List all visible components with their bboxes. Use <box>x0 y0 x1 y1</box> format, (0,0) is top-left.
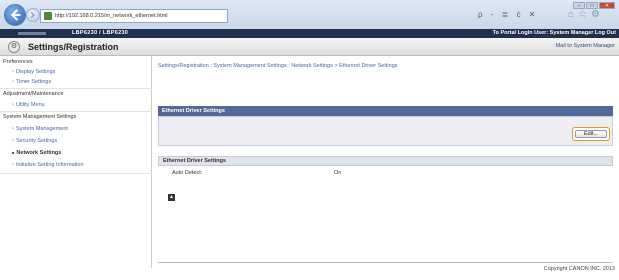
sidebar-divider <box>0 111 152 112</box>
sidebar-item-system-management[interactable]: System Management <box>12 126 68 132</box>
edit-button[interactable]: Edit... <box>572 127 610 141</box>
sidebar-item-network-settings[interactable]: Network Settings <box>12 150 61 156</box>
sidebar-divider <box>0 88 152 89</box>
site-icon <box>44 12 52 20</box>
page-title: Settings/Registration <box>28 42 119 52</box>
sidebar-category-system-management[interactable]: System Management Settings <box>3 114 76 120</box>
minimize-button[interactable]: – <box>573 2 585 9</box>
sidebar-item-utility-menu[interactable]: Utility Menu <box>12 102 45 108</box>
footer-divider <box>158 262 613 263</box>
address-bar[interactable]: http://192.168.0.215/m_network_ethernet.… <box>40 9 228 23</box>
sidebar-divider <box>0 173 152 174</box>
maximize-button[interactable]: □ <box>586 2 598 9</box>
portal-links[interactable]: To Portal Login User: System Manager Log… <box>493 29 616 38</box>
sidebar-item-initialize-settings[interactable]: Initialize Setting Information <box>12 162 84 168</box>
window-controls: – □ ✕ <box>573 2 615 9</box>
info-table-header: Ethernet Driver Settings <box>158 156 613 166</box>
printer-header-bar: LBP6230 / LBP6230 To Portal Login User: … <box>0 29 619 38</box>
sidebar-item-display-settings[interactable]: Display Settings <box>12 69 55 75</box>
table-row: Auto Detect: On <box>158 166 613 180</box>
back-button[interactable] <box>4 4 26 26</box>
forward-arrow-icon <box>30 11 35 19</box>
top-arrow-icon[interactable]: ▲ <box>168 194 175 201</box>
breadcrumb[interactable]: Settings/Registration : System Managemen… <box>158 63 398 69</box>
printer-model: LBP6230 / LBP6230 <box>72 30 129 36</box>
brand-logo <box>18 32 46 35</box>
address-tools[interactable]: ρ - ≣ ċ ✕ <box>478 10 539 19</box>
auto-detect-label: Auto Detect: <box>172 170 203 176</box>
sidebar-item-timer-settings[interactable]: Timer Settings <box>12 79 51 85</box>
edit-button-label: Edit... <box>575 130 607 138</box>
copyright-text: Copyright CANON INC. 2013 <box>543 266 615 272</box>
title-bar: ⚙ Settings/Registration Mail to System M… <box>0 38 619 56</box>
sidebar-item-security-settings[interactable]: Security Settings <box>12 138 57 144</box>
sidebar: Preferences Display Settings Timer Setti… <box>0 56 152 268</box>
sidebar-category-adjustment[interactable]: Adjustment/Maintenance <box>3 91 64 97</box>
mail-to-manager-link[interactable]: Mail to System Manager <box>556 43 615 49</box>
browser-toolbar-icons[interactable]: ⌂☆⚙ <box>568 9 604 20</box>
forward-button[interactable] <box>26 8 40 22</box>
back-arrow-icon <box>10 9 21 21</box>
sidebar-category-preferences[interactable]: Preferences <box>3 59 33 65</box>
section-body <box>158 116 613 146</box>
close-button[interactable]: ✕ <box>599 2 615 9</box>
auto-detect-value: On <box>334 170 342 176</box>
settings-icon: ⚙ <box>8 41 20 53</box>
address-url: http://192.168.0.215/m_network_ethernet.… <box>55 13 168 19</box>
browser-chrome: http://192.168.0.215/m_network_ethernet.… <box>0 0 619 32</box>
section-header: Ethernet Driver Settings <box>158 106 613 116</box>
